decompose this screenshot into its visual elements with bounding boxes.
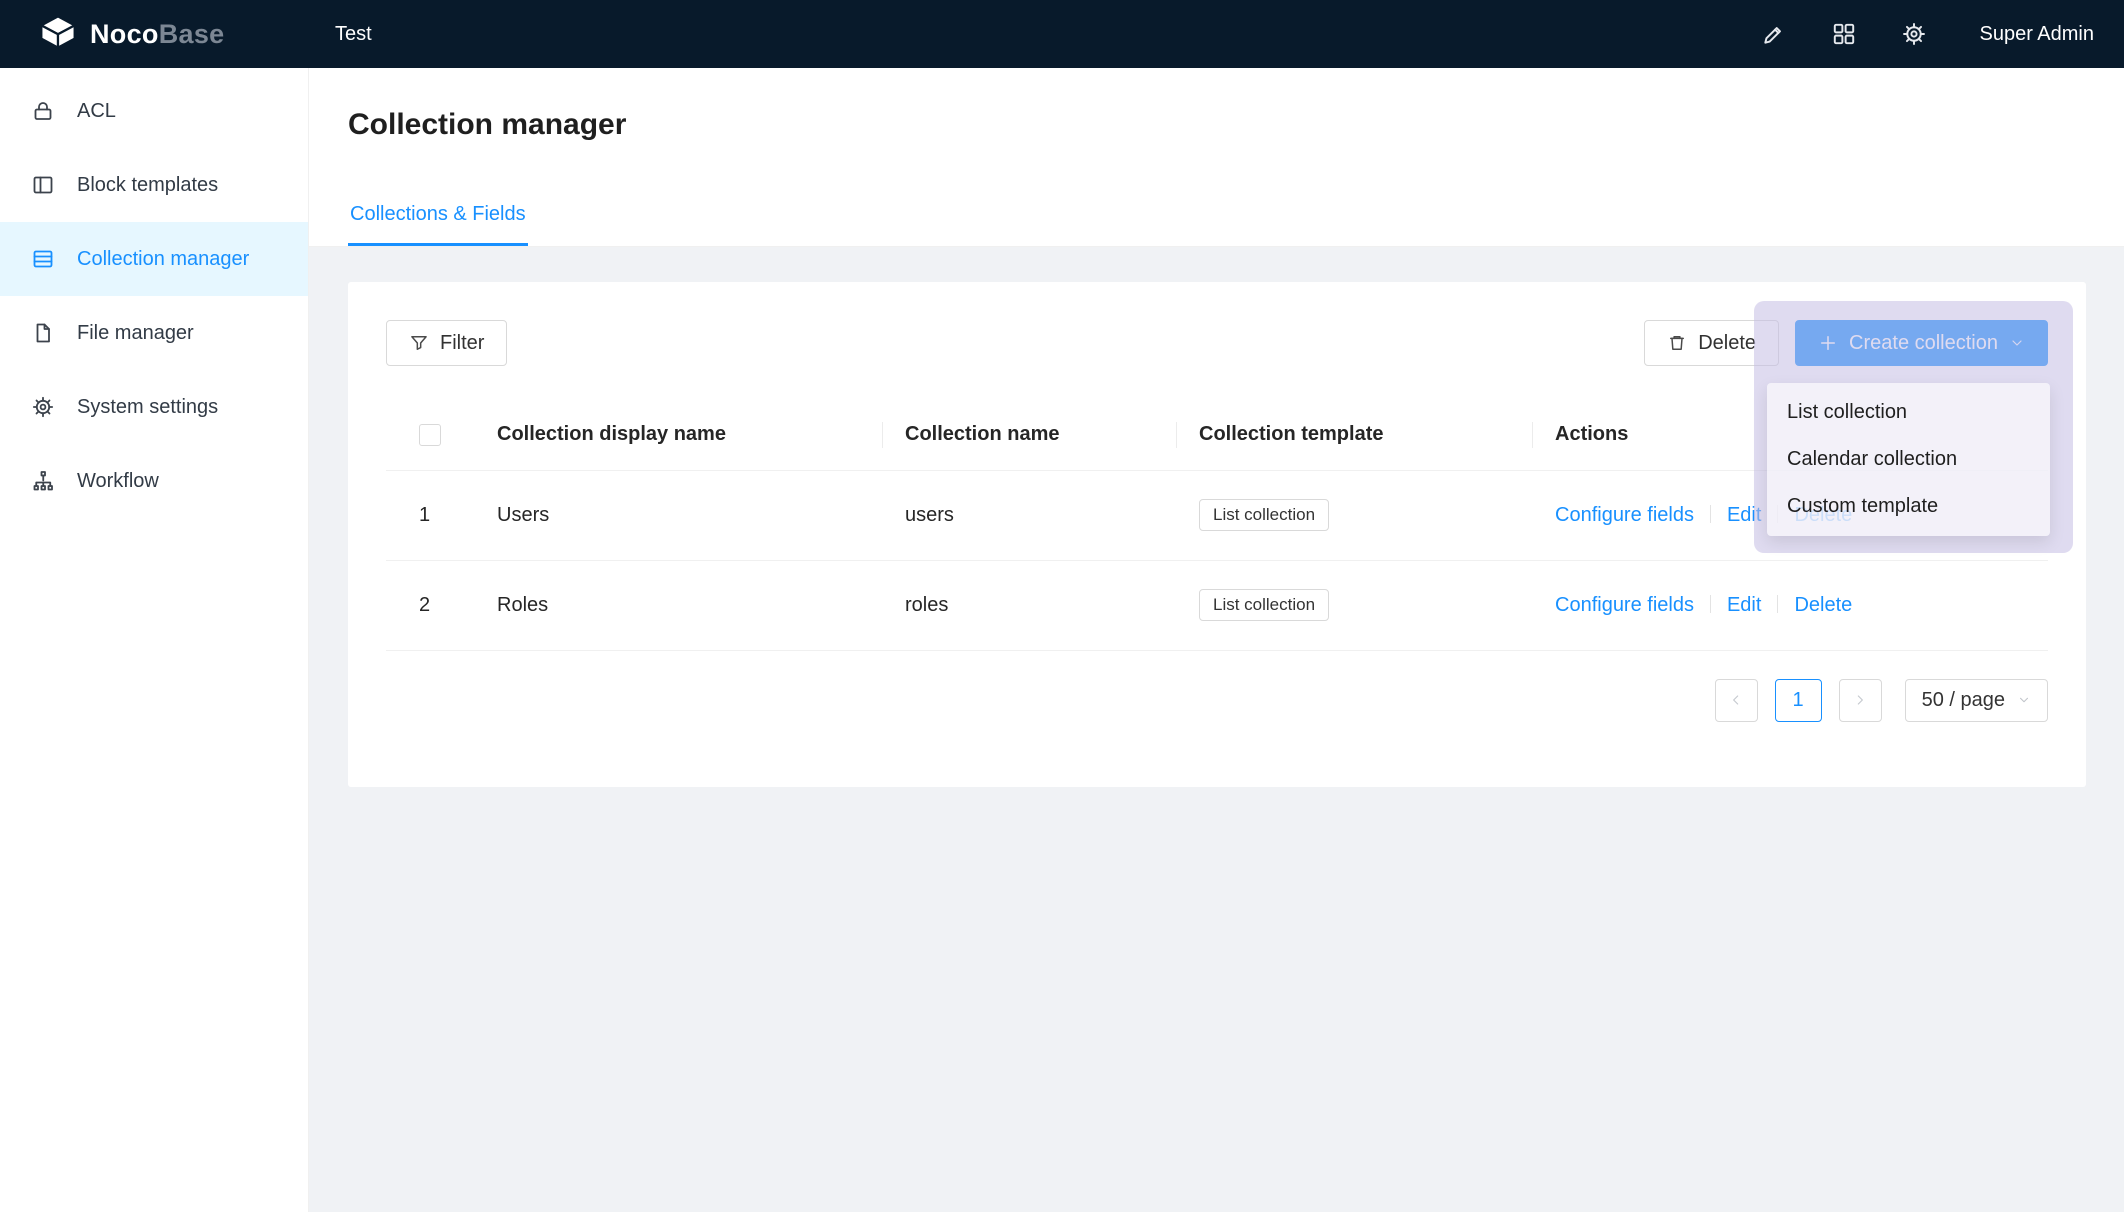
- pagination-next-button[interactable]: [1839, 679, 1882, 722]
- toolbar: Filter Delete Create collection: [386, 320, 2048, 366]
- delete-button-label: Delete: [1698, 332, 1756, 355]
- pagination-prev-button[interactable]: [1715, 679, 1758, 722]
- row-index: 2: [386, 560, 474, 650]
- action-divider: [1777, 595, 1778, 613]
- sidebar-item-acl[interactable]: ACL: [0, 74, 308, 148]
- plus-icon: [1818, 333, 1838, 353]
- sidebar-item-label: System settings: [77, 396, 218, 419]
- cell-display-name: Users: [474, 470, 882, 560]
- sidebar-item-collection-manager[interactable]: Collection manager: [0, 222, 308, 296]
- cell-display-name: Roles: [474, 560, 882, 650]
- sidebar-item-system-settings[interactable]: System settings: [0, 370, 308, 444]
- select-all-checkbox[interactable]: [419, 424, 441, 446]
- plugins-grid-icon[interactable]: [1831, 21, 1857, 47]
- column-header-collection-template: Collection template: [1176, 400, 1532, 470]
- configure-fields-link[interactable]: Configure fields: [1555, 504, 1694, 526]
- action-divider: [1710, 505, 1711, 523]
- sidebar-item-label: Collection manager: [77, 248, 249, 271]
- delete-button[interactable]: Delete: [1644, 320, 1779, 366]
- create-collection-dropdown: List collection Calendar collection Cust…: [1767, 383, 2050, 536]
- cell-collection-template: List collection: [1176, 470, 1532, 560]
- page-size-select[interactable]: 50 / page: [1905, 679, 2048, 722]
- filter-funnel-icon: [409, 333, 429, 353]
- app-window: NocoBase Test Super Admin ACL: [0, 0, 2124, 1212]
- menu-item-calendar-collection[interactable]: Calendar collection: [1767, 436, 2050, 483]
- gear-icon: [31, 395, 55, 419]
- configure-fields-link[interactable]: Configure fields: [1555, 594, 1694, 616]
- sidebar-item-label: ACL: [77, 100, 116, 123]
- template-tag: List collection: [1199, 499, 1329, 531]
- brand-text: NocoBase: [90, 19, 224, 50]
- create-collection-button[interactable]: Create collection: [1795, 320, 2048, 366]
- chevron-left-icon: [1728, 692, 1744, 708]
- row-index: 1: [386, 470, 474, 560]
- sidebar-item-label: Workflow: [77, 470, 159, 493]
- topbar: NocoBase Test Super Admin: [0, 0, 2124, 68]
- sidebar-item-label: File manager: [77, 322, 194, 345]
- brand-primary: Noco: [90, 19, 159, 49]
- edit-link[interactable]: Edit: [1727, 594, 1761, 616]
- menu-item-custom-template[interactable]: Custom template: [1767, 483, 2050, 530]
- user-menu[interactable]: Super Admin: [1979, 23, 2094, 46]
- table-icon: [31, 247, 55, 271]
- chevron-down-icon: [2017, 693, 2031, 707]
- sidebar: ACL Block templates Collection manager F…: [0, 68, 309, 1212]
- column-header-collection-name: Collection name: [882, 400, 1176, 470]
- tab-collections-fields[interactable]: Collections & Fields: [348, 203, 528, 246]
- layout-icon: [31, 173, 55, 197]
- page-size-value: 50 / page: [1922, 689, 2005, 712]
- delete-link[interactable]: Delete: [1794, 594, 1852, 616]
- settings-gear-icon[interactable]: [1901, 21, 1927, 47]
- filter-button-label: Filter: [440, 332, 484, 355]
- create-collection-label: Create collection: [1849, 332, 1998, 355]
- nocobase-logo-icon: [38, 14, 78, 55]
- chevron-down-icon: [2009, 335, 2025, 351]
- column-header-display-name: Collection display name: [474, 400, 882, 470]
- toolbar-right: Delete Create collection: [1644, 320, 2048, 366]
- menu-item-list-collection[interactable]: List collection: [1767, 389, 2050, 436]
- page-header: Collection manager Collections & Fields: [309, 68, 2124, 247]
- page-title: Collection manager: [348, 108, 2085, 142]
- filter-button[interactable]: Filter: [386, 320, 507, 366]
- lock-icon: [31, 99, 55, 123]
- trash-icon: [1667, 333, 1687, 353]
- sidebar-item-block-templates[interactable]: Block templates: [0, 148, 308, 222]
- file-icon: [31, 321, 55, 345]
- chevron-right-icon: [1852, 692, 1868, 708]
- cell-actions: Configure fields Edit Delete: [1532, 560, 2048, 650]
- table-row: 2 Roles roles List collection Configure …: [386, 560, 2048, 650]
- edit-link[interactable]: Edit: [1727, 504, 1761, 526]
- template-tag: List collection: [1199, 589, 1329, 621]
- cell-collection-template: List collection: [1176, 560, 1532, 650]
- cell-collection-name: roles: [882, 560, 1176, 650]
- pagination-page-1[interactable]: 1: [1775, 679, 1822, 722]
- cell-collection-name: users: [882, 470, 1176, 560]
- ui-editor-pen-icon[interactable]: [1761, 21, 1787, 47]
- action-divider: [1710, 595, 1711, 613]
- workflow-icon: [31, 469, 55, 493]
- topbar-actions: Super Admin: [1761, 21, 2124, 47]
- sidebar-item-file-manager[interactable]: File manager: [0, 296, 308, 370]
- sidebar-item-workflow[interactable]: Workflow: [0, 444, 308, 518]
- brand[interactable]: NocoBase: [0, 14, 309, 55]
- sidebar-item-label: Block templates: [77, 174, 218, 197]
- tab-bar: Collections & Fields: [348, 203, 2085, 246]
- pagination: 1 50 / page: [386, 679, 2048, 722]
- brand-secondary: Base: [159, 19, 225, 49]
- topnav-item-test[interactable]: Test: [309, 0, 398, 68]
